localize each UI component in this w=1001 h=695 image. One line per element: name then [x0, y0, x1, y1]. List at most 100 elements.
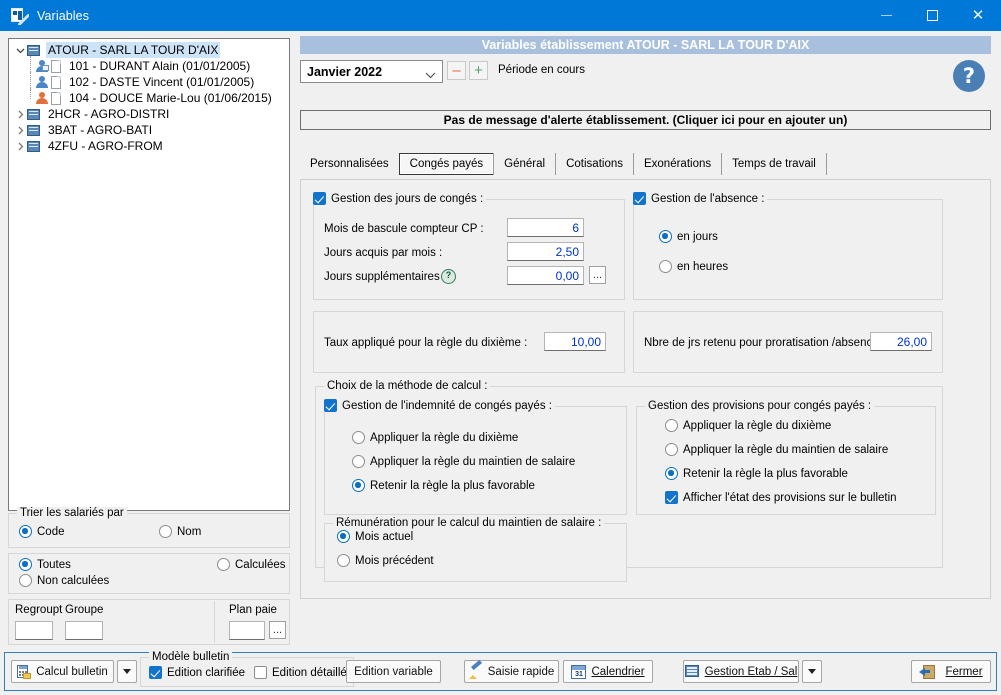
tab-general[interactable]: Général — [493, 153, 557, 175]
tree-item-establishment-4zfu[interactable]: 4ZFU - AGRO-FROM — [9, 138, 289, 154]
chevron-right-icon[interactable] — [13, 106, 27, 122]
tab-cotisations[interactable]: Cotisations — [555, 153, 634, 175]
saisie-rapide-button[interactable]: Saisie rapide — [464, 659, 559, 683]
indemnity-checkbox[interactable]: Gestion de l'indemnité de congés payés : — [321, 399, 555, 412]
leave-days-checkbox[interactable]: Gestion des jours de congés : — [310, 192, 487, 205]
filter-option-label: Non calculées — [37, 574, 110, 587]
tab-personnalisees[interactable]: Personnalisées — [300, 153, 400, 175]
minimize-button[interactable] — [863, 0, 909, 31]
edition-variable-button[interactable]: Edition variable — [346, 660, 441, 683]
period-plus-button[interactable]: + — [469, 61, 488, 80]
tab-conges-payes[interactable]: Congés payés — [398, 153, 495, 175]
fermer-label: Fermer — [945, 666, 982, 678]
period-minus-button[interactable]: – — [447, 61, 466, 80]
absence-option-en-heures[interactable]: en heures — [659, 260, 728, 273]
fermer-button[interactable]: Fermer — [911, 660, 991, 683]
calendrier-label: Calendrier — [591, 666, 644, 678]
edition-clarifiee-checkbox[interactable]: Edition clarifiée — [149, 666, 245, 679]
absence-checkbox[interactable]: Gestion de l'absence : — [630, 192, 768, 205]
tree-guide — [30, 88, 31, 99]
calcul-bulletin-dropdown[interactable] — [117, 660, 137, 683]
jours-acquis-input[interactable] — [507, 242, 584, 261]
tenth-rate-input[interactable] — [544, 332, 606, 351]
provisions-group: Gestion des provisions pour congés payés… — [636, 400, 936, 515]
regroupt-input[interactable] — [15, 621, 53, 640]
plan-paie-input[interactable] — [229, 621, 265, 640]
absence-title: Gestion de l'absence : — [651, 192, 765, 205]
provisions-option-maintien[interactable]: Appliquer la règle du maintien de salair… — [665, 443, 888, 456]
provisions-checkbox-label: Afficher l'état des provisions sur le bu… — [683, 491, 897, 504]
remuneration-option-mois-actuel[interactable]: Mois actuel — [337, 530, 413, 543]
calcul-bulletin-button[interactable]: Calcul bulletin — [11, 660, 114, 683]
tree-item-establishment-2hcr[interactable]: 2HCR - AGRO-DISTRI — [9, 106, 289, 122]
window-controls: ✕ — [863, 0, 1001, 31]
bottom-toolbar: Calcul bulletin Modèle bulletin Edition … — [4, 651, 997, 691]
close-icon[interactable]: ✕ — [955, 0, 1001, 31]
groupe-input[interactable] — [65, 621, 103, 640]
sort-option-label: Code — [37, 525, 65, 538]
mois-bascule-input[interactable] — [507, 218, 584, 237]
checkbox-icon — [324, 399, 337, 412]
calendrier-button[interactable]: 31 Calendrier — [563, 660, 653, 683]
tree-item-establishment-atour[interactable]: ATOUR - SARL LA TOUR D'AIX — [9, 42, 289, 58]
provisions-option-label: Retenir la règle la plus favorable — [683, 467, 848, 480]
chevron-right-icon[interactable] — [13, 138, 27, 154]
jours-supp-browse-button[interactable]: ... — [589, 266, 606, 284]
tree-item-establishment-3bat[interactable]: 3BAT - AGRO-BATI — [9, 122, 289, 138]
filter-option-label: Toutes — [37, 558, 71, 571]
indemnity-option-dixieme[interactable]: Appliquer la règle du dixième — [352, 431, 518, 444]
indemnity-option-maintien[interactable]: Appliquer la règle du maintien de salair… — [352, 455, 575, 468]
radio-icon — [19, 574, 32, 587]
mois-bascule-label: Mois de bascule compteur CP : — [324, 223, 484, 235]
tab-exonerations[interactable]: Exonérations — [632, 153, 723, 175]
proration-input[interactable] — [870, 332, 932, 351]
title-bar: Variables ✕ — [0, 0, 1001, 31]
gestion-etab-sal-button[interactable]: Gestion Etab / Sal — [683, 660, 799, 683]
plan-paie-browse-button[interactable]: ... — [269, 621, 286, 639]
period-select[interactable]: Janvier 2022 — [300, 60, 443, 83]
chevron-right-icon[interactable] — [13, 122, 27, 138]
sort-option-code[interactable]: Code — [19, 525, 65, 538]
maximize-button[interactable] — [909, 0, 955, 31]
groupe-label: Groupe — [65, 604, 104, 616]
chevron-down-icon[interactable] — [13, 42, 27, 58]
edition-clarifiee-label: Edition clarifiée — [167, 666, 245, 679]
tree-item-employee-102[interactable]: 102 - DASTE Vincent (01/01/2005) — [9, 72, 289, 90]
filter-option-non-calculees[interactable]: Non calculées — [19, 574, 109, 587]
filter-option-toutes[interactable]: Toutes — [19, 558, 71, 571]
window-title: Variables — [37, 8, 90, 23]
filter-option-calculees[interactable]: Calculées — [217, 558, 286, 571]
plan-paie-label: Plan paie — [229, 604, 277, 616]
checkbox-icon — [665, 491, 678, 504]
tab-label: Cotisations — [566, 158, 623, 170]
provisions-option-dixieme[interactable]: Appliquer la règle du dixième — [665, 419, 831, 432]
indemnity-option-favorable[interactable]: Retenir la règle la plus favorable — [352, 479, 535, 492]
tree-item-employee-104[interactable]: 104 - DOUCE Marie-Lou (01/06/2015) — [9, 88, 289, 106]
sort-employees-group: Trier les salariés par Code Nom — [8, 507, 290, 548]
tenth-rate-group: Taux appliqué pour la règle du dixième : — [313, 311, 625, 373]
employee-icon — [35, 91, 49, 105]
edition-detaillee-checkbox[interactable]: Edition détaillée — [254, 666, 353, 679]
tab-label: Exonérations — [643, 158, 712, 170]
absence-group: Gestion de l'absence : en jours en heure… — [630, 192, 943, 300]
alert-message-bar[interactable]: Pas de message d'alerte établissement. (… — [300, 110, 991, 130]
help-icon[interactable]: ? — [953, 60, 985, 92]
gestion-etab-sal-dropdown[interactable] — [802, 660, 822, 683]
absence-option-en-jours[interactable]: en jours — [659, 230, 718, 243]
radio-icon — [19, 525, 32, 538]
document-icon — [50, 75, 63, 90]
jours-supp-help-icon[interactable]: ? — [441, 269, 456, 284]
leave-days-group: Gestion des jours de congés : Mois de ba… — [310, 192, 625, 300]
establishment-tree-panel[interactable]: ATOUR - SARL LA TOUR D'AIX 101 - DURANT … — [8, 38, 290, 511]
model-bulletin-title: Modèle bulletin — [149, 651, 233, 663]
provisions-show-on-bulletin-checkbox[interactable]: Afficher l'état des provisions sur le bu… — [665, 491, 897, 504]
sort-option-nom[interactable]: Nom — [159, 525, 201, 538]
remuneration-option-mois-precedent[interactable]: Mois précédent — [337, 554, 434, 567]
jours-supp-input[interactable] — [507, 266, 584, 285]
provisions-option-favorable[interactable]: Retenir la règle la plus favorable — [665, 467, 848, 480]
absence-option-label: en heures — [677, 260, 729, 273]
radio-icon — [19, 558, 32, 571]
tree-item-employee-101[interactable]: 101 - DURANT Alain (01/01/2005) — [9, 56, 289, 74]
radio-icon — [352, 479, 365, 492]
tab-temps-de-travail[interactable]: Temps de travail — [721, 153, 827, 175]
